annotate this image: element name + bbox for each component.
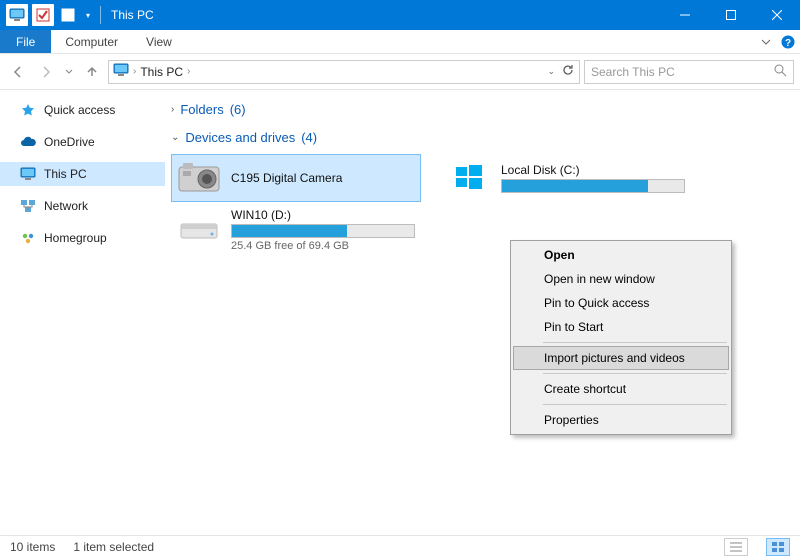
- svg-text:?: ?: [785, 38, 791, 49]
- qat-separator: [100, 6, 101, 24]
- back-button[interactable]: [6, 60, 30, 84]
- qat-dropdown-icon[interactable]: ▾: [84, 11, 92, 20]
- homegroup-icon: [20, 230, 36, 246]
- sidebar-item-onedrive[interactable]: OneDrive: [0, 130, 165, 154]
- forward-button[interactable]: [34, 60, 58, 84]
- sidebar-item-network[interactable]: Network: [0, 194, 165, 218]
- address-history-icon[interactable]: ⌄: [543, 66, 559, 77]
- cm-item-open-new-window[interactable]: Open in new window: [513, 267, 729, 291]
- quick-access-icon: [20, 102, 36, 118]
- section-label: Folders: [180, 102, 223, 117]
- window-title: This PC: [111, 8, 154, 22]
- section-devices[interactable]: ⌄ Devices and drives (4): [165, 126, 800, 148]
- section-folders[interactable]: › Folders (6): [165, 98, 800, 120]
- drive-win10-d[interactable]: WIN10 (D:) 25.4 GB free of 69.4 GB: [171, 202, 421, 258]
- drive-icon: [177, 212, 221, 248]
- context-menu: Open Open in new window Pin to Quick acc…: [510, 240, 732, 435]
- drive-name: WIN10 (D:): [231, 208, 415, 222]
- cm-item-open[interactable]: Open: [513, 243, 729, 267]
- cm-separator: [543, 373, 727, 374]
- search-box[interactable]: Search This PC: [584, 60, 794, 84]
- details-view-button[interactable]: [724, 538, 748, 556]
- drive-local-c[interactable]: Local Disk (C:): [441, 154, 691, 202]
- minimize-button[interactable]: [662, 0, 708, 30]
- tab-computer[interactable]: Computer: [51, 30, 132, 53]
- sidebar-item-label: Network: [44, 199, 88, 213]
- explorer-body: Quick access OneDrive This PC Network Ho…: [0, 90, 800, 535]
- navigation-row: › This PC › ⌄ Search This PC: [0, 54, 800, 90]
- section-label: Devices and drives: [185, 130, 295, 145]
- sidebar-item-this-pc[interactable]: This PC: [0, 162, 165, 186]
- this-pc-address-icon: [113, 63, 129, 80]
- onedrive-icon: [20, 134, 36, 150]
- main-content: › Folders (6) ⌄ Devices and drives (4) C…: [165, 90, 800, 535]
- cm-item-import[interactable]: Import pictures and videos: [513, 346, 729, 370]
- sidebar-item-label: OneDrive: [44, 135, 95, 149]
- drive-usage-bar: [501, 179, 685, 193]
- breadcrumb-root[interactable]: This PC: [140, 65, 183, 79]
- help-icon[interactable]: ?: [776, 30, 800, 54]
- this-pc-qat-icon[interactable]: [6, 4, 28, 26]
- file-tab[interactable]: File: [0, 30, 51, 53]
- chevron-down-icon: ⌄: [171, 132, 179, 143]
- cm-item-properties[interactable]: Properties: [513, 408, 729, 432]
- sidebar-item-label: This PC: [44, 167, 87, 181]
- drive-camera[interactable]: C195 Digital Camera: [171, 154, 421, 202]
- breadcrumb-sep[interactable]: ›: [187, 66, 190, 77]
- this-pc-icon: [20, 166, 36, 182]
- tab-view[interactable]: View: [132, 30, 186, 53]
- sidebar-item-homegroup[interactable]: Homegroup: [0, 226, 165, 250]
- quick-access-toolbar: ▾: [0, 4, 101, 26]
- section-count: (4): [301, 130, 317, 145]
- maximize-button[interactable]: [708, 0, 754, 30]
- ribbon-tabs: File Computer View ?: [0, 30, 800, 54]
- search-placeholder: Search This PC: [591, 65, 774, 79]
- breadcrumb-sep[interactable]: ›: [133, 66, 136, 77]
- recent-locations-icon[interactable]: [62, 60, 76, 84]
- drive-free-text: 25.4 GB free of 69.4 GB: [231, 240, 415, 252]
- network-icon: [20, 198, 36, 214]
- properties-qat-icon[interactable]: [32, 4, 54, 26]
- drive-usage-bar: [231, 224, 415, 238]
- windows-drive-icon: [447, 160, 491, 196]
- sidebar-item-quick-access[interactable]: Quick access: [0, 98, 165, 122]
- sidebar-item-label: Quick access: [44, 103, 115, 117]
- cm-item-pin-quick-access[interactable]: Pin to Quick access: [513, 291, 729, 315]
- cm-separator: [543, 404, 727, 405]
- address-bar[interactable]: › This PC › ⌄: [108, 60, 580, 84]
- expand-ribbon-icon[interactable]: [756, 30, 776, 53]
- drive-name: Local Disk (C:): [501, 163, 685, 177]
- cm-item-pin-start[interactable]: Pin to Start: [513, 315, 729, 339]
- status-bar: 10 items 1 item selected: [0, 535, 800, 557]
- up-button[interactable]: [80, 60, 104, 84]
- cm-item-create-shortcut[interactable]: Create shortcut: [513, 377, 729, 401]
- status-selected-count: 1 item selected: [73, 540, 154, 554]
- search-icon: [774, 64, 787, 80]
- drive-name: C195 Digital Camera: [231, 171, 415, 185]
- navigation-pane: Quick access OneDrive This PC Network Ho…: [0, 90, 165, 535]
- camera-icon: [177, 160, 221, 196]
- refresh-icon[interactable]: [561, 63, 575, 80]
- close-button[interactable]: [754, 0, 800, 30]
- new-folder-qat-icon[interactable]: [58, 4, 80, 26]
- status-item-count: 10 items: [10, 540, 55, 554]
- sidebar-item-label: Homegroup: [44, 231, 107, 245]
- tiles-view-button[interactable]: [766, 538, 790, 556]
- window-titlebar: ▾ This PC: [0, 0, 800, 30]
- cm-separator: [543, 342, 727, 343]
- chevron-right-icon: ›: [171, 104, 174, 115]
- section-count: (6): [230, 102, 246, 117]
